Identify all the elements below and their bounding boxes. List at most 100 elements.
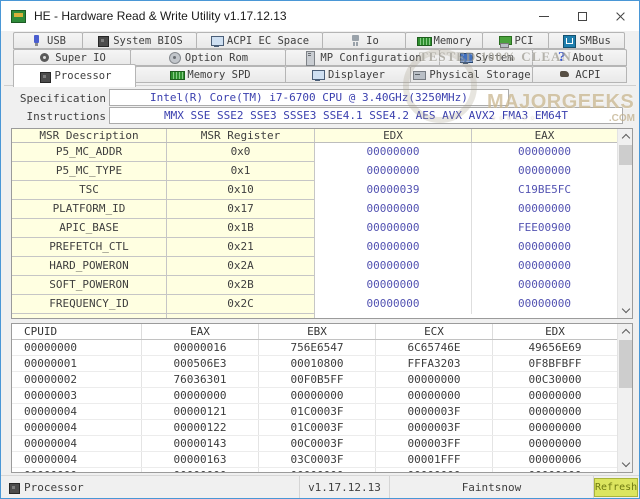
cpuid-table-row[interactable]: 00000004 00000163 03C0003F 00001FFF 0000… (12, 452, 617, 468)
tab-processor[interactable]: Processor (13, 64, 136, 87)
chevron-up-icon (621, 329, 629, 337)
tab-label: ACPI EC Space (227, 35, 309, 47)
tab-mp-configuration[interactable]: MP Configuration (285, 49, 440, 66)
minimize-icon (539, 16, 549, 17)
tab-physical-storage[interactable]: Physical Storage (410, 66, 533, 83)
tab-label: Processor (55, 70, 112, 82)
memory-spd-icon (170, 68, 183, 81)
msr-scrollbar-thumb[interactable] (619, 145, 632, 165)
cpuid-scroll-up-button[interactable] (618, 324, 633, 339)
pci-card-icon (498, 34, 511, 47)
tab-about[interactable]: ?About (532, 49, 627, 66)
msr-eax-cell: 00000000 (472, 143, 617, 162)
tab-system-bios[interactable]: System BIOS (82, 32, 197, 49)
cpuid-ebx-cell: 00010800 (259, 356, 376, 371)
cpuid-table-row[interactable]: 00000004 00000121 01C0003F 0000003F 0000… (12, 404, 617, 420)
tab-memory-spd[interactable]: Memory SPD (135, 66, 286, 83)
status-user-section: Faintsnow (390, 476, 594, 499)
msr-register-cell: 0x2C (167, 295, 315, 314)
msr-table-row[interactable]: APIC_BASE 0x1B 00000000 FEE00900 (12, 219, 617, 238)
msr-register-cell: 0x2B (167, 276, 315, 295)
cpuid-ecx-cell: FFFA3203 (376, 356, 493, 371)
instructions-field[interactable]: MMX SSE SSE2 SSE3 SSSE3 SSE4.1 SSE4.2 AE… (109, 107, 623, 124)
msr-table: MSR Description MSR Register EDX EAX P5_… (11, 128, 633, 319)
tab-label: Option Rom (185, 52, 248, 64)
tab-system[interactable]: System (439, 49, 533, 66)
cpuid-ecx-header: ECX (376, 324, 493, 339)
tab-acpi[interactable]: ACPI (532, 66, 627, 83)
cpuid-leaf-cell: 00000004 (12, 452, 142, 467)
cpuid-eax-cell: 00000016 (142, 340, 259, 355)
msr-register-cell: 0x2A (167, 257, 315, 276)
status-bar: Processor v1.17.12.13 Faintsnow Refresh (1, 475, 640, 498)
cpuid-table-row[interactable]: 00000002 76036301 00F0B5FF 00000000 00C3… (12, 372, 617, 388)
refresh-button[interactable]: Refresh (594, 478, 638, 497)
cpuid-ebx-cell: 756E6547 (259, 340, 376, 355)
msr-register-cell: 0x1B (167, 219, 315, 238)
status-page-label: Processor (24, 481, 84, 494)
cpuid-table-row[interactable]: 00000000 00000016 756E6547 6C65746E 4965… (12, 340, 617, 356)
msr-register-cell: 0x10 (167, 181, 315, 200)
msr-eax-cell: 00000000 (472, 295, 617, 314)
cpuid-table-row[interactable]: 00000001 000506E3 00010800 FFFA3203 0F8B… (12, 356, 617, 372)
cpuid-ecx-cell: 000003FF (376, 436, 493, 451)
specification-field[interactable]: Intel(R) Core(TM) i7-6700 CPU @ 3.40GHz(… (109, 89, 509, 106)
msr-table-row[interactable]: SOFT_POWERON 0x2B 00000000 00000000 (12, 276, 617, 295)
msr-table-row[interactable]: P5_MC_TYPE 0x1 00000000 00000000 (12, 162, 617, 181)
cpuid-scrollbar[interactable] (617, 324, 632, 472)
cpuid-edx-cell: 00000000 (493, 404, 617, 419)
title-bar[interactable]: HE - Hardware Read & Write Utility v1.17… (1, 1, 639, 31)
tab-acpi-ec-space[interactable]: ACPI EC Space (196, 32, 323, 49)
msr-eax-cell: C19BE5FC (472, 181, 617, 200)
tab-usb[interactable]: USB (13, 32, 83, 49)
minimize-button[interactable] (525, 1, 563, 31)
chevron-down-icon (621, 305, 629, 313)
msr-table-row[interactable]: P5_MC_ADDR 0x0 00000000 00000000 (12, 143, 617, 162)
memory-ram-icon (417, 34, 430, 47)
msr-table-row[interactable]: TSC 0x10 00000039 C19BE5FC (12, 181, 617, 200)
cpuid-ecx-cell: 6C65746E (376, 340, 493, 355)
bios-chip-icon (96, 34, 109, 47)
msr-table-row[interactable]: PREFETCH_CTL 0x21 00000000 00000000 (12, 238, 617, 257)
cpuid-table-row[interactable]: 00000003 00000000 00000000 00000000 0000… (12, 388, 617, 404)
maximize-button[interactable] (563, 1, 601, 31)
tab-memory[interactable]: Memory (405, 32, 483, 49)
msr-description-cell: HARD_POWERON (12, 257, 167, 276)
msr-scroll-up-button[interactable] (618, 129, 633, 144)
cpuid-eax-cell: 00000163 (142, 452, 259, 467)
msr-scrollbar[interactable] (617, 129, 632, 318)
tab-displayer[interactable]: Displayer (285, 66, 411, 83)
system-monitor-icon (459, 51, 472, 64)
tab-io[interactable]: Io (322, 32, 406, 49)
cpuid-edx-cell: 00000000 (493, 388, 617, 403)
msr-eax-cell: FEE00900 (472, 219, 617, 238)
user-label: Faintsnow (462, 481, 522, 494)
tab-option-rom[interactable]: Option Rom (130, 49, 286, 66)
tab-label: PCI (515, 35, 534, 47)
version-label: v1.17.12.13 (308, 481, 381, 494)
msr-table-row[interactable]: HARD_POWERON 0x2A 00000000 00000000 (12, 257, 617, 276)
tab-pci[interactable]: PCI (482, 32, 549, 49)
msr-edx-cell: 00000000 (315, 295, 472, 314)
msr-table-row[interactable]: PLATFORM_ID 0x17 00000000 00000000 (12, 200, 617, 219)
cpuid-table-row[interactable]: 00000004 00000143 00C0003F 000003FF 0000… (12, 436, 617, 452)
tab-smbus[interactable]: SMBus (548, 32, 625, 49)
cpuid-eax-cell: 00000121 (142, 404, 259, 419)
msr-eax-cell: 00000000 (472, 162, 617, 181)
tab-label: Memory (434, 35, 472, 47)
msr-table-header: MSR Description MSR Register EDX EAX (12, 129, 617, 143)
displayer-monitor-icon (311, 68, 324, 81)
close-button[interactable] (601, 1, 639, 31)
cpuid-table-row[interactable]: 00000004 00000122 01C0003F 0000003F 0000… (12, 420, 617, 436)
window-title: HE - Hardware Read & Write Utility v1.17… (34, 9, 287, 23)
tab-label: SMBus (579, 35, 611, 47)
msr-description-cell: PLATFORM_ID (12, 200, 167, 219)
cpuid-scrollbar-thumb[interactable] (619, 340, 632, 388)
cpuid-leaf-cell: 00000001 (12, 356, 142, 371)
msr-table-row[interactable]: FREQUENCY_ID 0x2C 00000000 00000000 (12, 295, 617, 314)
msr-edx-cell: 00000000 (315, 219, 472, 238)
maximize-icon (578, 12, 587, 21)
cpuid-leaf-cell: 00000000 (12, 340, 142, 355)
msr-scroll-down-button[interactable] (618, 303, 633, 318)
cpuid-scroll-down-button[interactable] (618, 457, 633, 472)
